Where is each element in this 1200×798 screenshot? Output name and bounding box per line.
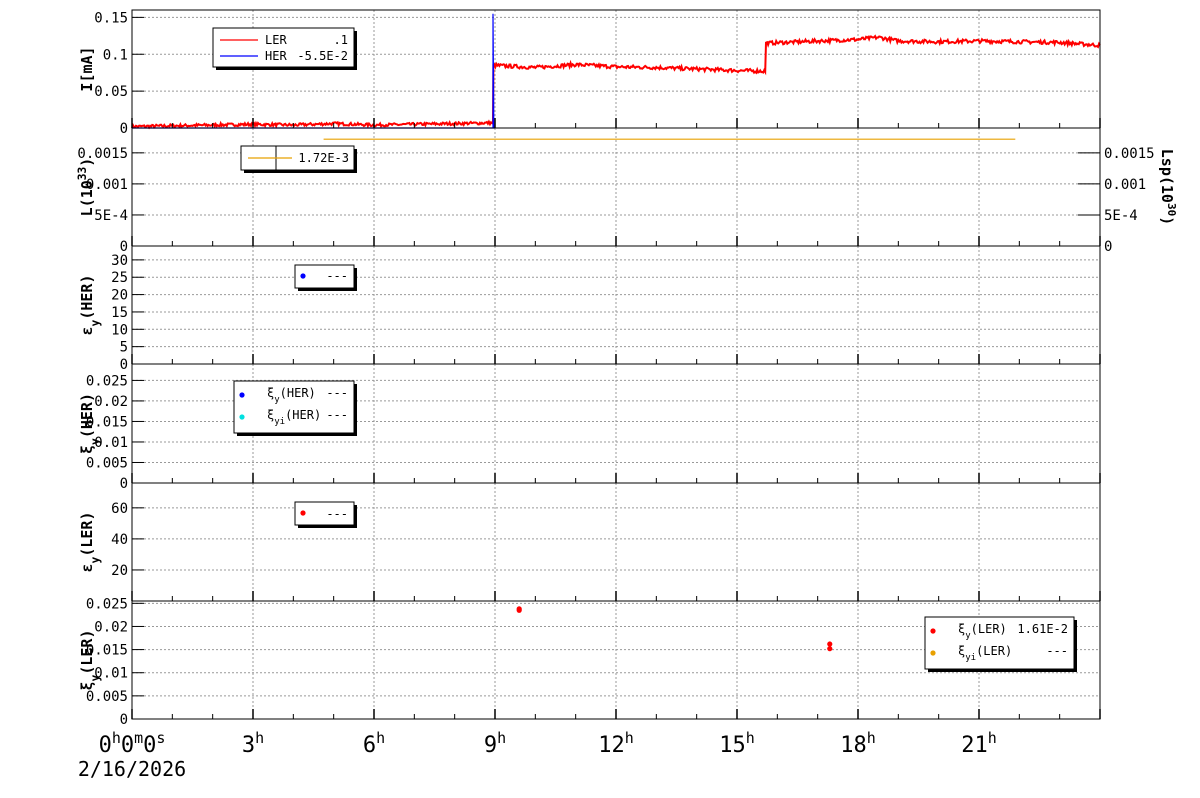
y-axis-label: εy(LER) [78, 512, 102, 573]
data-point [827, 646, 833, 652]
legend-value: -5.5E-2 [297, 49, 348, 63]
y2-tick-label: 0 [1104, 239, 1112, 255]
date-label: 2/16/2026 [78, 757, 186, 781]
legend-marker [930, 628, 936, 634]
y-axis-label: I[mA] [78, 46, 96, 91]
y-tick-label: 0.025 [86, 373, 128, 389]
y-tick-label: 0 [120, 476, 128, 492]
y-tick-label: 0 [120, 712, 128, 728]
data-point [827, 641, 833, 647]
y-axis-label: εy(HER) [78, 275, 102, 336]
x-tick-label: 0h0m0s [99, 729, 166, 758]
y-tick-label: 0.02 [94, 619, 128, 635]
y-tick-label: 0 [120, 357, 128, 373]
y-tick-label: 10 [111, 322, 128, 338]
legend-label: HER [265, 49, 287, 63]
legend-marker [239, 414, 245, 420]
x-tick-label: 6h [363, 729, 385, 758]
legend-marker [239, 392, 245, 398]
x-tick-label: 9h [484, 729, 506, 758]
y-tick-label: 30 [111, 253, 128, 269]
y-tick-label: 0 [120, 121, 128, 137]
legend-marker [300, 273, 306, 279]
legend-value: 1.72E-3 [298, 151, 349, 165]
y-tick-label: 60 [111, 501, 128, 517]
y-axis-label: L(1033) [76, 158, 97, 217]
legend-label: LER [265, 33, 287, 47]
y-tick-label: 5 [120, 340, 128, 356]
y-tick-label: 0.15 [94, 10, 128, 26]
beam-monitor-chart: 00.050.10.15I[mA]0 05E-4 5E-40.001 0.0010.0… [76, 9, 1179, 781]
legend-value: --- [326, 507, 348, 521]
y-tick-label: 20 [111, 288, 128, 304]
y-tick-label: 20 [111, 563, 128, 579]
x-tick-label: 12h [598, 729, 634, 758]
legend-value: --- [1046, 644, 1068, 658]
legend-value: .1 [334, 33, 348, 47]
y2-tick-label: 0.001 [1104, 177, 1146, 193]
legend-value: 1.61E-2 [1017, 622, 1068, 636]
legend-marker [300, 510, 306, 516]
y2-axis-label: Lsp(1030) [1158, 149, 1179, 225]
y-tick-label: 25 [111, 270, 128, 286]
y-tick-label: 0.1 [103, 47, 128, 63]
x-tick-label: 18h [840, 729, 876, 758]
x-tick-label: 15h [719, 729, 755, 758]
y-tick-label: 0.02 [94, 394, 128, 410]
legend-marker [930, 650, 936, 656]
y-tick-label: 15 [111, 305, 128, 321]
y-tick-label: 0.025 [86, 596, 128, 612]
y-tick-label: 40 [111, 532, 128, 548]
y2-tick-label: 0.0015 [1104, 146, 1155, 162]
y-axis-label: ξy(LER) [78, 630, 102, 691]
y2-tick-label: 5E-4 [1104, 208, 1138, 224]
x-tick-label: 3h [242, 729, 264, 758]
legend-value: --- [326, 408, 348, 422]
y-tick-label: 5E-4 [94, 208, 128, 224]
x-tick-label: 21h [961, 729, 997, 758]
legend-value: --- [326, 386, 348, 400]
y-tick-label: 0.005 [86, 455, 128, 471]
data-point [516, 607, 522, 613]
y-tick-label: 0.05 [94, 84, 128, 100]
legend-value: --- [326, 269, 348, 283]
